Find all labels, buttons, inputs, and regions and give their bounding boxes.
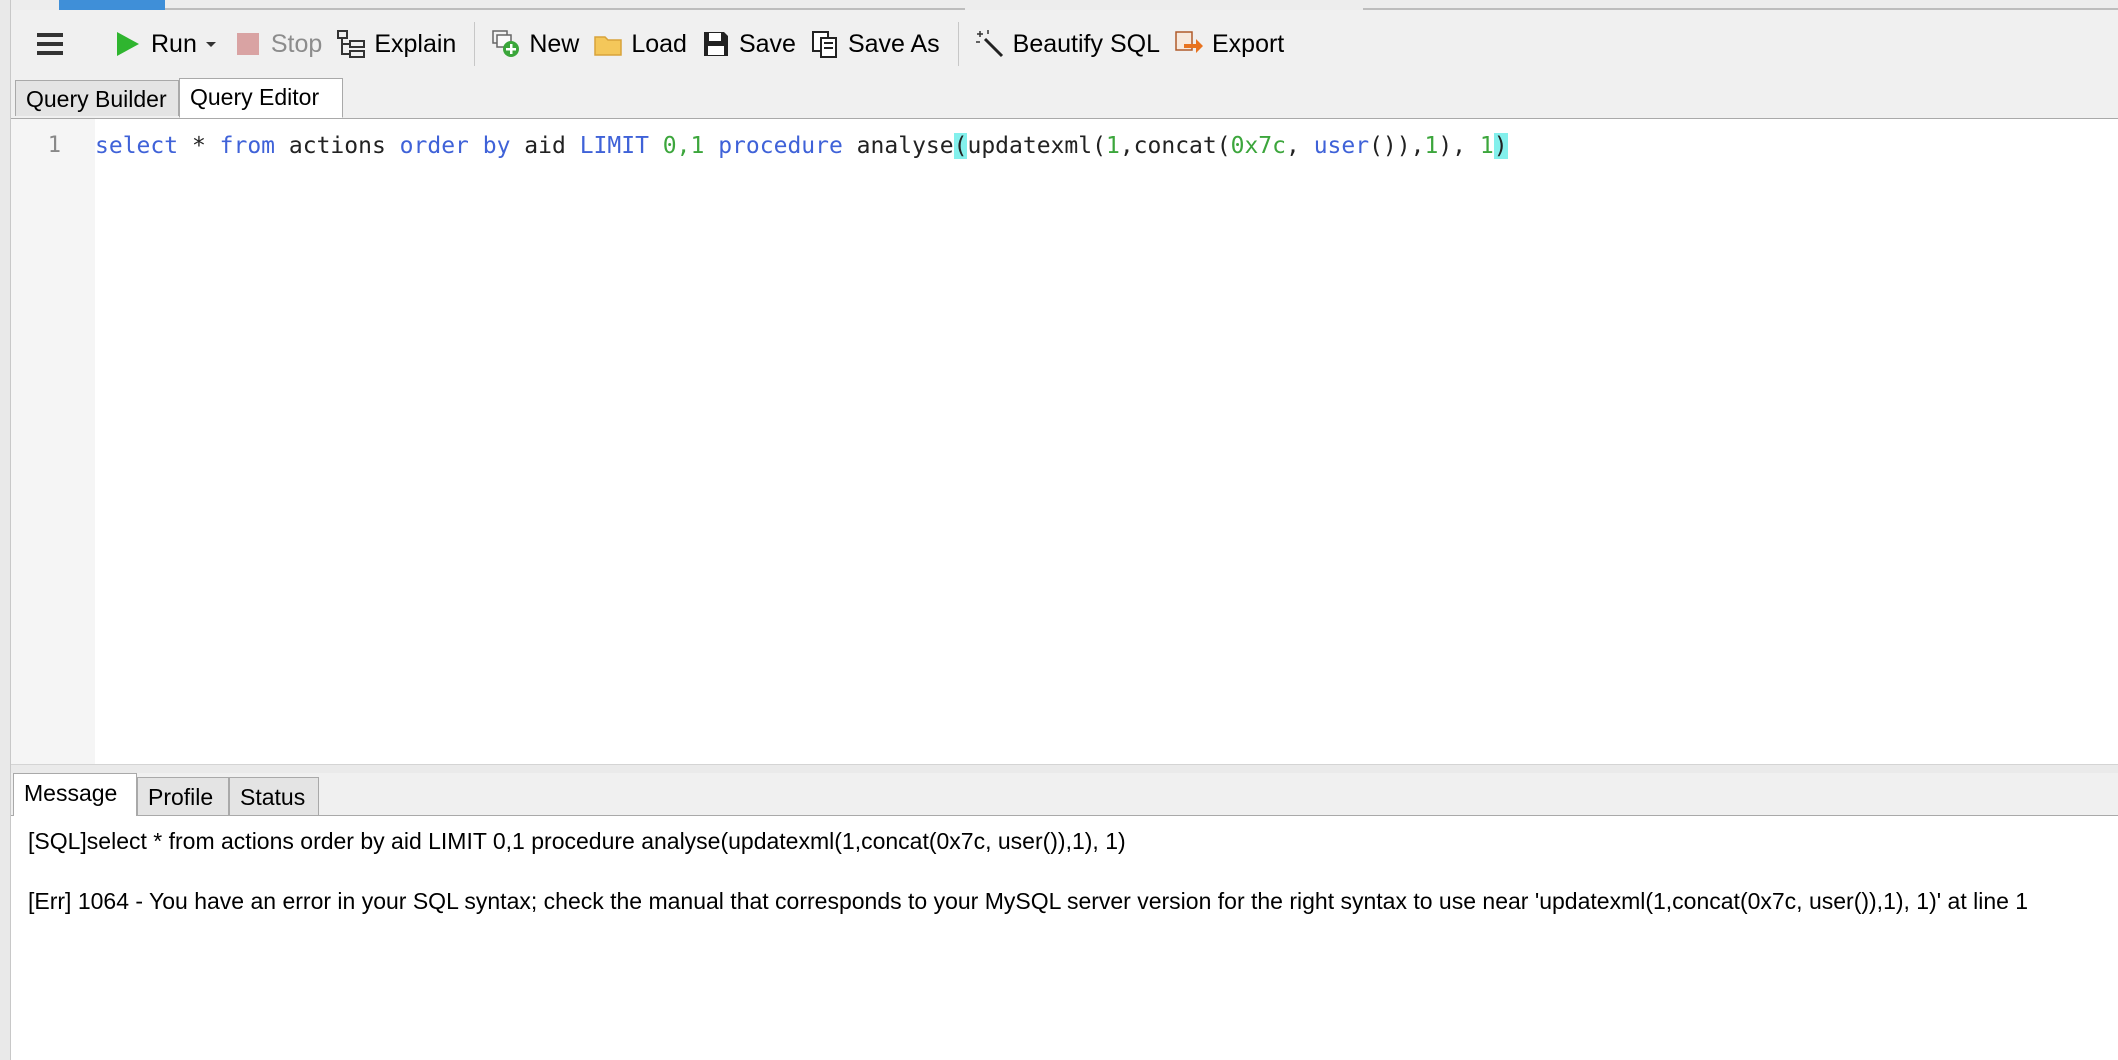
sql-number: 0x7c	[1230, 133, 1286, 159]
sql-keyword: LIMIT	[579, 133, 649, 159]
new-button[interactable]: New	[491, 22, 579, 66]
menu-button[interactable]	[35, 22, 65, 66]
floppy-disk-icon	[701, 29, 731, 59]
new-query-icon	[491, 29, 521, 59]
sql-text: ),	[1438, 133, 1480, 159]
explain-label: Explain	[374, 29, 457, 58]
save-as-icon	[810, 29, 840, 59]
tab-message[interactable]: Message	[13, 773, 137, 816]
load-label: Load	[631, 29, 687, 58]
sql-number: 1	[1424, 133, 1439, 159]
load-button[interactable]: Load	[593, 22, 687, 66]
sql-keyword: select	[95, 133, 179, 159]
toolbar-separator	[474, 22, 476, 66]
tab-profile[interactable]: Profile	[137, 777, 229, 815]
play-icon	[113, 29, 143, 59]
sql-text: ,concat(	[1119, 133, 1231, 159]
tab-query-builder[interactable]: Query Builder	[15, 80, 179, 116]
window-left-border	[0, 0, 11, 1060]
sql-text: ,	[1285, 133, 1314, 159]
sql-text: updatexml(	[967, 133, 1106, 159]
tab-status[interactable]: Status	[229, 777, 319, 815]
sql-text: *	[178, 133, 220, 159]
sql-number: 0,1	[662, 133, 705, 159]
run-button[interactable]: Run	[113, 22, 197, 66]
stop-label: Stop	[270, 29, 323, 58]
sql-text: analyse	[842, 133, 954, 159]
hamburger-icon	[35, 29, 65, 59]
toolbar-separator	[957, 22, 959, 66]
toolbar: Run Stop Explain New Load Save Save As B…	[11, 10, 2118, 78]
editor-tab-bar: Query Builder Query Editor	[11, 78, 2118, 119]
save-as-label: Save As	[847, 29, 940, 58]
magic-wand-icon	[975, 29, 1005, 59]
chevron-down-icon	[203, 30, 219, 59]
folder-icon	[593, 29, 623, 59]
sql-editor[interactable]: 1 select * from actions order by aid LIM…	[11, 119, 2118, 764]
sql-keyword: from	[219, 133, 276, 159]
matched-bracket: )	[1493, 133, 1508, 159]
explain-button[interactable]: Explain	[336, 22, 456, 66]
beautify-sql-button[interactable]: Beautify SQL	[975, 22, 1160, 66]
sql-message: [SQL]select * from actions order by aid …	[28, 828, 1126, 854]
matched-bracket: (	[953, 133, 968, 159]
sql-keyword: order by	[399, 133, 511, 159]
code-line[interactable]: select * from actions order by aid LIMIT…	[95, 131, 1508, 161]
line-number-gutter: 1	[11, 119, 95, 764]
beautify-sql-label: Beautify SQL	[1012, 29, 1160, 58]
stop-button[interactable]: Stop	[233, 22, 322, 66]
save-label: Save	[738, 29, 796, 58]
export-icon	[1174, 29, 1204, 59]
save-button[interactable]: Save	[701, 22, 796, 66]
sql-text: aid	[510, 133, 580, 159]
export-label: Export	[1211, 29, 1285, 58]
message-panel[interactable]: [SQL]select * from actions order by aid …	[11, 816, 2118, 1060]
sql-keyword: procedure	[718, 133, 843, 159]
tab-query-editor[interactable]: Query Editor	[179, 78, 343, 118]
run-label: Run	[151, 29, 197, 58]
stop-icon	[233, 29, 263, 59]
explain-icon	[336, 29, 366, 59]
run-dropdown[interactable]	[203, 22, 219, 66]
new-label: New	[529, 29, 580, 58]
sql-number: 1	[1105, 133, 1120, 159]
error-message: [Err] 1064 - You have an error in your S…	[28, 888, 2029, 914]
result-tab-bar: Message Profile Status	[11, 773, 2118, 816]
sql-keyword: user	[1313, 133, 1370, 159]
sql-text: actions	[275, 133, 400, 159]
export-button[interactable]: Export	[1174, 22, 1284, 66]
line-number: 1	[47, 133, 61, 158]
sql-text: ()),	[1369, 133, 1425, 159]
active-tab-accent[interactable]	[59, 0, 165, 10]
top-tab-strip	[11, 0, 2118, 10]
sql-number: 1	[1479, 133, 1494, 159]
save-as-button[interactable]: Save As	[810, 22, 940, 66]
